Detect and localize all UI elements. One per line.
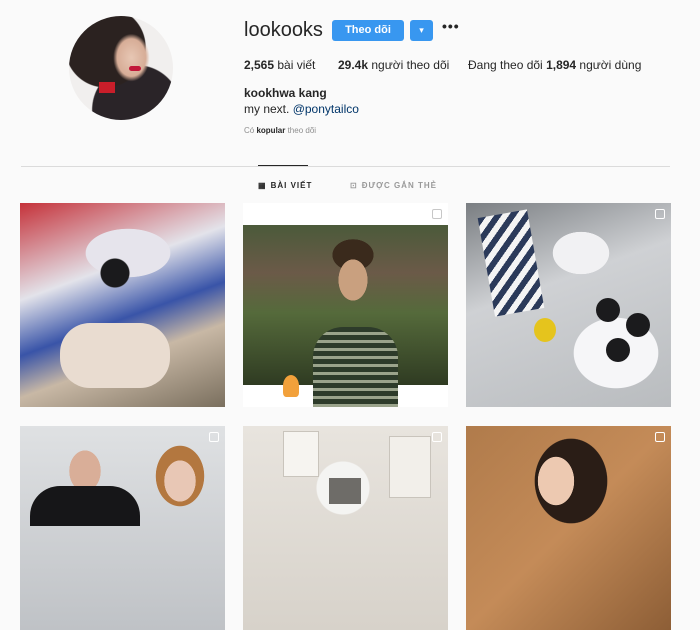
bio-text: my next. <box>244 102 293 116</box>
more-options-icon[interactable]: ••• <box>442 18 460 34</box>
tab-posts[interactable]: ▦ BÀI VIẾT <box>258 181 312 190</box>
followers-stat[interactable]: 29.4k người theo dõi <box>338 58 449 72</box>
post-photo <box>243 225 448 407</box>
post-thumbnail[interactable] <box>243 203 448 407</box>
followed-by-suffix: theo dõi <box>285 126 317 135</box>
followers-count: 29.4k <box>338 58 369 72</box>
followed-by-user-link[interactable]: kopular <box>256 126 285 135</box>
posts-count: 2,565 <box>244 58 275 72</box>
carousel-icon <box>655 209 665 219</box>
follow-button[interactable]: Theo dõi <box>332 20 404 41</box>
grid-icon: ▦ <box>258 181 267 190</box>
followed-by-prefix: Có <box>244 126 257 135</box>
post-thumbnail[interactable] <box>20 203 225 407</box>
following-prefix: Đang theo dõi <box>468 58 547 72</box>
followed-by: Có kopular theo dõi <box>244 126 316 135</box>
avatar-detail <box>129 66 141 71</box>
post-photo-detail <box>389 436 431 498</box>
following-label: người dùng <box>576 58 642 72</box>
bio-mention-link[interactable]: @ponytailco <box>293 102 359 116</box>
posts-label: bài viết <box>274 58 316 72</box>
post-photo-detail <box>60 323 170 388</box>
post-photo-detail <box>477 209 545 317</box>
tabs-divider <box>21 166 670 167</box>
post-photo-detail <box>534 318 556 342</box>
carousel-icon <box>209 432 219 442</box>
active-tab-indicator <box>258 165 308 166</box>
followers-label: người theo dõi <box>368 58 450 72</box>
avatar-detail <box>99 82 115 93</box>
post-photo-detail <box>283 375 299 397</box>
profile-username: lookooks <box>244 19 323 41</box>
post-photo-detail <box>596 298 620 322</box>
post-photo-detail <box>606 338 630 362</box>
posts-stat: 2,565 bài viết <box>244 58 315 72</box>
tagged-icon: ⊡ <box>350 181 358 190</box>
carousel-icon <box>655 432 665 442</box>
profile-full-name: kookhwa kang <box>244 86 327 100</box>
tab-posts-label: BÀI VIẾT <box>270 181 313 190</box>
profile-avatar[interactable] <box>69 16 173 120</box>
post-thumbnail[interactable] <box>466 426 671 630</box>
following-count: 1,894 <box>546 58 577 72</box>
post-thumbnail[interactable] <box>243 426 448 630</box>
post-thumbnail[interactable] <box>466 203 671 407</box>
tab-tagged[interactable]: ⊡ ĐƯỢC GẮN THẺ <box>350 181 437 190</box>
carousel-icon <box>432 432 442 442</box>
suggested-dropdown-button[interactable]: ▾ <box>410 20 433 41</box>
post-photo-detail <box>283 431 319 477</box>
chevron-down-icon: ▾ <box>419 25 424 35</box>
following-stat[interactable]: Đang theo dõi 1,894 người dùng <box>468 58 641 72</box>
post-photo-detail <box>626 313 650 337</box>
profile-bio: my next. @ponytailco <box>244 102 359 116</box>
post-photo-detail <box>329 478 361 504</box>
tab-tagged-label: ĐƯỢC GẮN THẺ <box>361 181 437 190</box>
post-thumbnail[interactable] <box>20 426 225 630</box>
carousel-icon <box>432 209 442 219</box>
post-photo-detail <box>30 486 140 526</box>
post-photo-detail <box>313 327 398 407</box>
